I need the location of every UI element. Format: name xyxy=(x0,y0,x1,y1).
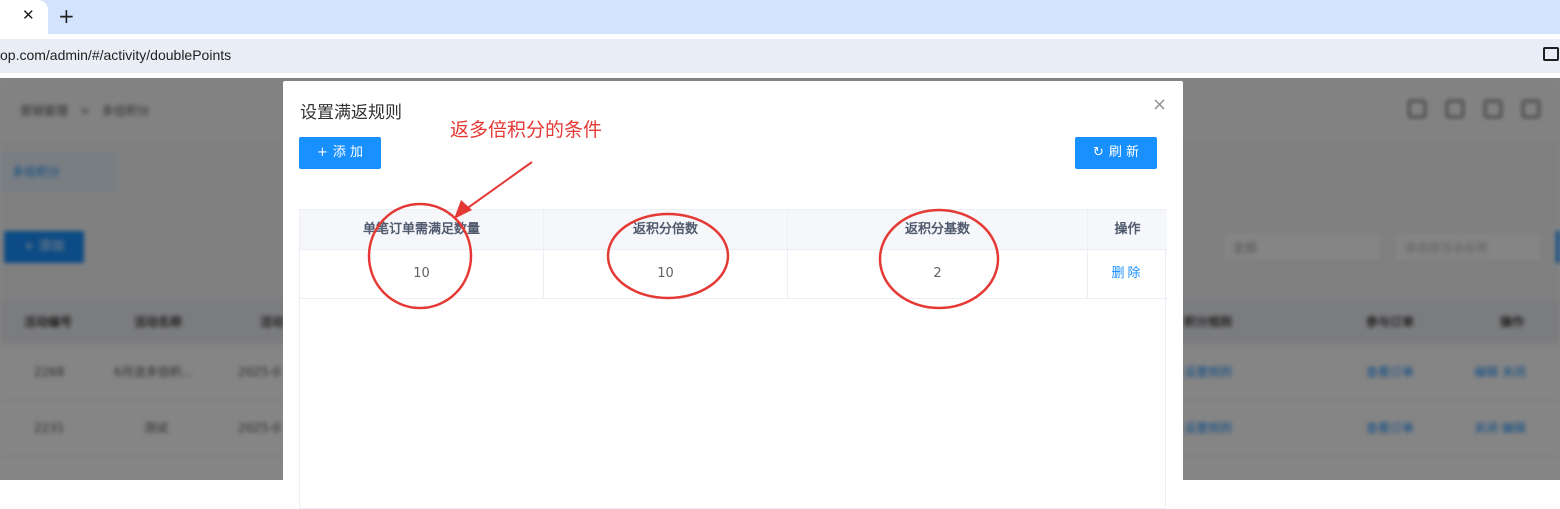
annotation-arrow-head xyxy=(454,200,472,219)
annotation-arrow-line xyxy=(461,161,533,213)
annotation-circle xyxy=(606,212,730,300)
annotation-circle xyxy=(878,208,1000,310)
annotation-marks xyxy=(367,161,1000,310)
annotation-circle xyxy=(367,202,473,310)
